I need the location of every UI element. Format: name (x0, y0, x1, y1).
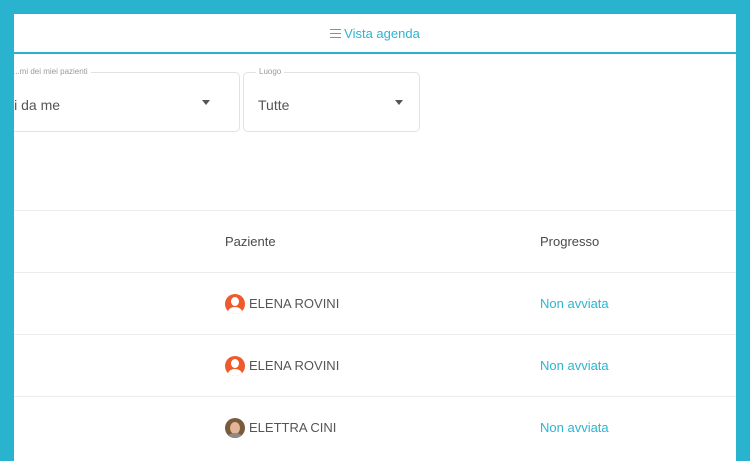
photo-avatar (225, 417, 245, 438)
table-row[interactable]: ELENA ROVINI Non avviata (14, 272, 736, 334)
menu-icon (330, 28, 342, 38)
my-patients-filter-label: ...mi dei miei pazienti (14, 67, 91, 77)
patient-name: ELENA ROVINI (249, 296, 340, 311)
patient-name: ELENA ROVINI (249, 358, 340, 373)
chevron-down-icon (395, 100, 403, 105)
progress-cell: Non avviata (540, 335, 609, 396)
view-bar: Vista agenda (14, 14, 736, 54)
patient-name: ELETTRA CINI (249, 420, 337, 435)
patient-name-link[interactable]: ELENA ROVINI (225, 293, 340, 314)
table-header-row: Paziente Progresso (14, 210, 736, 272)
progress-status-link[interactable]: Non avviata (540, 420, 609, 435)
table-row[interactable]: ELENA ROVINI Non avviata (14, 334, 736, 396)
my-patients-filter-select[interactable]: ...mi dei miei pazienti ...nati da me (14, 67, 240, 132)
place-filter-value: Tutte (258, 97, 290, 113)
progress-cell: Non avviata (540, 273, 609, 334)
my-patients-filter-value: ...nati da me (14, 97, 61, 113)
patient-name-link[interactable]: ELENA ROVINI (225, 355, 340, 376)
patients-table: Paziente Progresso ELENA ROVINI Non avvi… (14, 210, 736, 458)
agenda-view-label: Vista agenda (344, 25, 420, 41)
default-avatar-icon (225, 293, 245, 314)
patient-name-link[interactable]: ELETTRA CINI (225, 417, 337, 438)
progress-status-link[interactable]: Non avviata (540, 296, 609, 311)
patient-cell: ELETTRA CINI (225, 397, 336, 458)
progress-cell: Non avviata (540, 397, 609, 458)
patient-cell: ELENA ROVINI (225, 273, 339, 334)
progress-status-link[interactable]: Non avviata (540, 358, 609, 373)
agenda-view-link[interactable]: Vista agenda (330, 26, 420, 41)
chevron-down-icon (202, 100, 210, 105)
default-avatar-icon (225, 355, 245, 376)
app-frame: Vista agenda ...mi dei miei pazienti ...… (14, 14, 736, 461)
place-filter-label: Luogo (256, 67, 285, 77)
place-filter-select[interactable]: Luogo Tutte (243, 67, 420, 132)
patient-cell: ELENA ROVINI (225, 335, 339, 396)
table-row[interactable]: ELETTRA CINI Non avviata (14, 396, 736, 458)
column-header-patient[interactable]: Paziente (225, 211, 276, 272)
column-header-progress[interactable]: Progresso (540, 211, 599, 272)
